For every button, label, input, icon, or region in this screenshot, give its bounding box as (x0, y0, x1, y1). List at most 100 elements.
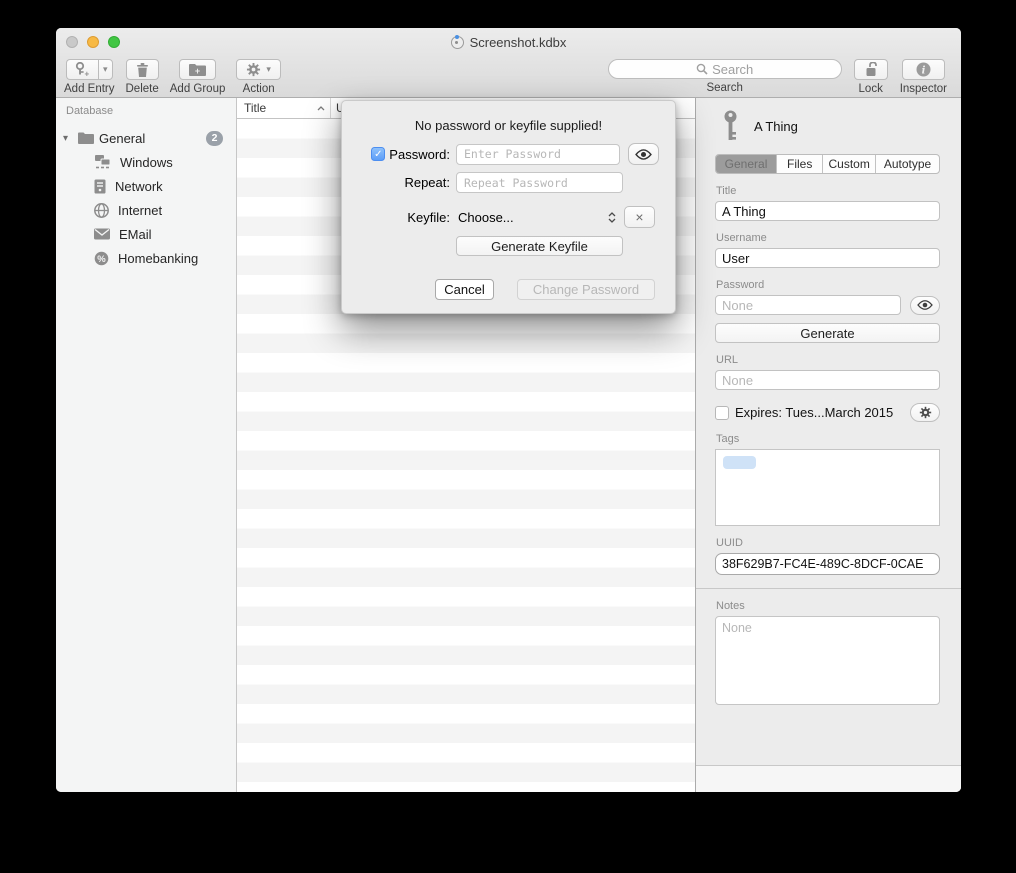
password-checkbox[interactable]: ✓ (371, 147, 385, 161)
lock-button[interactable] (854, 59, 888, 80)
chevron-down-icon: ▾ (103, 65, 108, 74)
tag-token[interactable] (723, 456, 756, 469)
password-field-label: Password (716, 279, 940, 291)
folder-icon (78, 132, 94, 144)
column-label: Title (244, 101, 266, 115)
disclosure-triangle-icon[interactable]: ▾ (63, 133, 73, 144)
tab-files[interactable]: Files (777, 155, 823, 173)
url-field-label: URL (716, 354, 940, 366)
username-field-label: Username (716, 232, 940, 244)
toolbar-item-add-entry: + ▾ Add Entry (64, 59, 115, 95)
zoom-button[interactable] (108, 36, 120, 48)
section-divider (696, 588, 961, 589)
sidebar-item-general[interactable]: ▾ General 2 (56, 126, 236, 150)
toolbar-label: Delete (126, 83, 159, 95)
reveal-password-button[interactable] (910, 296, 940, 315)
tab-custom[interactable]: Custom (823, 155, 876, 173)
sort-ascending-icon (317, 106, 325, 111)
gear-icon (246, 62, 261, 77)
expires-checkbox[interactable] (715, 406, 729, 420)
document-proxy-icon[interactable] (451, 36, 464, 49)
entry-title: A Thing (754, 119, 798, 134)
clear-keyfile-button[interactable]: × (624, 206, 655, 228)
sidebar-item-email[interactable]: EMail (56, 222, 236, 246)
sidebar-section-header: Database (56, 105, 236, 117)
enter-password-input[interactable] (456, 144, 620, 165)
title-field-label: Title (716, 185, 940, 197)
search-input[interactable]: Search (608, 59, 842, 79)
chevron-down-icon: ▾ (266, 65, 271, 74)
window-title: Screenshot.kdbx (470, 35, 567, 50)
sidebar-item-label: EMail (119, 227, 152, 242)
sidebar-item-internet[interactable]: Internet (56, 198, 236, 222)
sidebar-item-label: General (99, 131, 145, 146)
stepper-icon (608, 212, 616, 223)
tab-general[interactable]: General (716, 155, 777, 173)
add-group-button[interactable]: + (179, 59, 216, 80)
password-field[interactable] (715, 295, 901, 315)
notes-field-label: Notes (716, 600, 940, 612)
titlebar: Screenshot.kdbx (56, 28, 961, 57)
reveal-password-button[interactable] (628, 143, 659, 165)
uuid-field[interactable] (715, 553, 940, 575)
percent-circle-icon: % (94, 251, 109, 266)
inspector-button[interactable]: i (902, 59, 945, 80)
keyfile-label: Keyfile: (407, 210, 450, 225)
window-chrome: Screenshot.kdbx + ▾ Add Entry (56, 28, 961, 98)
change-password-button[interactable]: Change Password (517, 279, 655, 300)
add-entry-button[interactable]: + (66, 59, 98, 80)
notes-field[interactable] (715, 616, 940, 705)
action-button[interactable]: ▾ (236, 59, 281, 80)
username-field[interactable] (715, 248, 940, 268)
eye-icon (917, 300, 933, 310)
tab-autotype[interactable]: Autotype (876, 155, 939, 173)
inspector-tabs: General Files Custom Autotype (715, 154, 940, 174)
envelope-icon (94, 228, 110, 240)
url-field[interactable] (715, 370, 940, 390)
sidebar-item-label: Windows (120, 155, 173, 170)
sidebar-item-windows[interactable]: Windows (56, 150, 236, 174)
sidebar-item-homebanking[interactable]: % Homebanking (56, 246, 236, 270)
svg-text:i: i (921, 65, 925, 76)
password-label: Password: (389, 147, 450, 162)
toolbar-label: Inspector (900, 83, 947, 95)
key-plus-icon: + (74, 62, 91, 77)
key-icon (722, 110, 739, 142)
generate-keyfile-button[interactable]: Generate Keyfile (456, 236, 623, 256)
toolbar-label: Action (243, 83, 275, 95)
search-icon (696, 63, 708, 75)
tags-field[interactable] (715, 449, 940, 526)
toolbar-label: Add Entry (64, 83, 115, 95)
cancel-button[interactable]: Cancel (435, 279, 494, 300)
dialog-message: No password or keyfile supplied! (342, 118, 675, 133)
title-field[interactable] (715, 201, 940, 221)
generate-password-button[interactable]: Generate (715, 323, 940, 343)
close-icon: × (635, 210, 643, 224)
toolbar-label: Add Group (170, 83, 226, 95)
sidebar-item-label: Network (115, 179, 163, 194)
tags-field-label: Tags (716, 433, 940, 445)
sidebar-item-network[interactable]: Network (56, 174, 236, 198)
eye-icon (635, 149, 652, 160)
sidebar-item-label: Internet (118, 203, 162, 218)
toolbar-item-inspector: i Inspector (900, 59, 947, 95)
traffic-lights (66, 36, 120, 48)
svg-text:%: % (97, 253, 106, 264)
column-header-title[interactable]: Title (237, 101, 330, 115)
close-button[interactable] (66, 36, 78, 48)
inspector-panel: A Thing General Files Custom Autotype Ti… (695, 98, 961, 792)
svg-text:+: + (84, 70, 89, 78)
expires-settings-button[interactable] (910, 403, 940, 422)
sidebar-item-label: Homebanking (118, 251, 198, 266)
app-window: Screenshot.kdbx + ▾ Add Entry (56, 28, 961, 792)
inspector-footer (696, 765, 961, 792)
expires-label: Expires: Tues...March 2015 (735, 405, 893, 420)
repeat-password-input[interactable] (456, 172, 623, 193)
keyfile-popup[interactable]: Choose... (456, 210, 616, 225)
minimize-button[interactable] (87, 36, 99, 48)
delete-button[interactable] (126, 59, 159, 80)
change-password-dialog: No password or keyfile supplied! ✓ Passw… (341, 100, 676, 314)
unlock-icon (864, 62, 878, 77)
trash-icon (136, 63, 149, 77)
add-entry-dropdown-button[interactable]: ▾ (98, 59, 113, 80)
